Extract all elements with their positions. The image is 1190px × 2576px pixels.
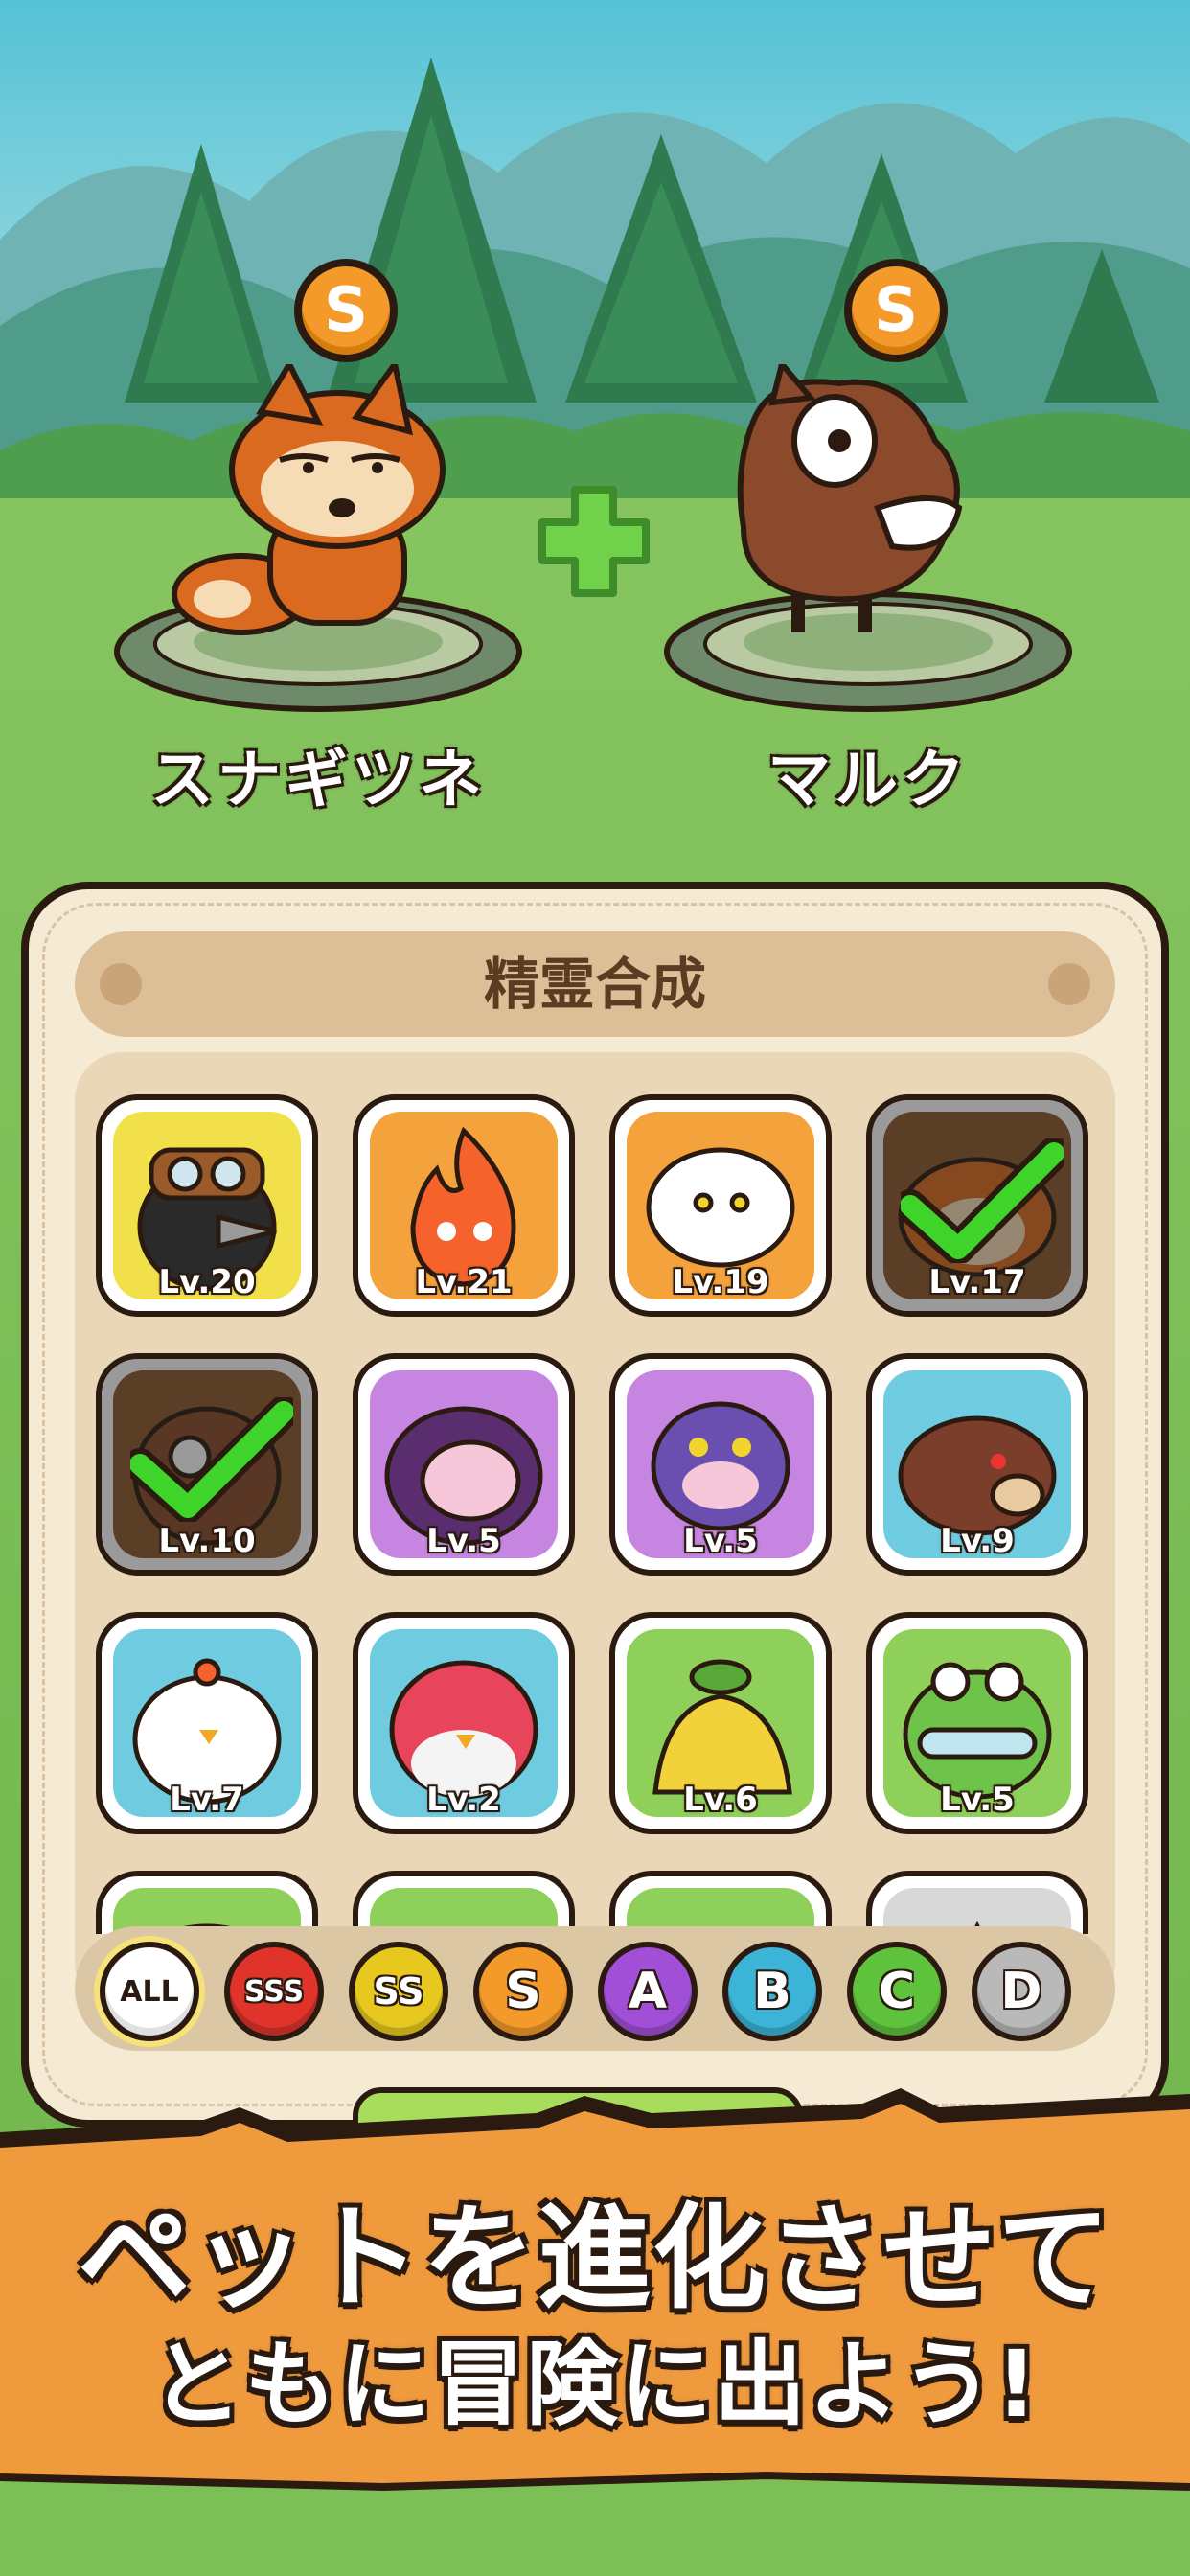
- filter-chip-label: SSS: [243, 1974, 305, 2009]
- pet-card[interactable]: [353, 1871, 575, 1934]
- pet-card[interactable]: Lv.5: [353, 1353, 575, 1576]
- filter-chip-label: C: [878, 1963, 916, 2020]
- pet-card[interactable]: [609, 1871, 832, 1934]
- pet-level: Lv.21: [415, 1263, 513, 1301]
- pet-card[interactable]: [96, 1871, 318, 1934]
- pet-card[interactable]: Lv.5: [866, 1612, 1088, 1834]
- checkmark-icon: [901, 1138, 1064, 1263]
- plus-icon: [538, 486, 650, 597]
- checkmark-icon: [130, 1397, 293, 1522]
- game-scene: S スナギツネ S マルク 精霊合成 Lv.20 Lv.21 Lv.19 Lv.…: [0, 0, 1190, 2576]
- pet-card[interactable]: Lv.9: [866, 1353, 1088, 1576]
- banner-subheadline: ともに冒険に出よう!: [150, 2331, 1040, 2438]
- sand-fox-icon: [172, 364, 446, 635]
- filter-chip-label: S: [505, 1963, 541, 2020]
- filter-chip-label: A: [628, 1963, 668, 2020]
- filter-chip-label: ALL: [120, 1974, 179, 2009]
- pet-level: Lv.10: [158, 1522, 256, 1560]
- pet-card[interactable]: Lv.6: [609, 1612, 832, 1834]
- merge-slot-left[interactable]: S スナギツネ: [107, 259, 529, 816]
- filter-chip-label: SS: [373, 1970, 424, 2012]
- pet-name-left: スナギツネ: [150, 743, 486, 816]
- filter-chip-c[interactable]: C: [847, 1942, 947, 2041]
- pet-card[interactable]: Lv.5: [609, 1353, 832, 1576]
- rank-badge-right: S: [844, 259, 948, 362]
- pet-level: Lv.6: [683, 1781, 758, 1819]
- pet-card[interactable]: Lv.7: [96, 1612, 318, 1834]
- pet-grid-viewport[interactable]: Lv.20 Lv.21 Lv.19 Lv.17 Lv.10 Lv.5 Lv.5: [75, 1052, 1115, 1934]
- pet-level: Lv.5: [683, 1522, 758, 1560]
- filter-chip-s[interactable]: S: [473, 1942, 573, 2041]
- pet-level: Lv.5: [426, 1522, 501, 1560]
- pet-level: Lv.5: [940, 1781, 1015, 1819]
- pet-level: Lv.7: [170, 1781, 244, 1819]
- pet-card[interactable]: Lv.21: [353, 1094, 575, 1317]
- pet-level: Lv.17: [928, 1263, 1026, 1301]
- horse-icon: [737, 364, 963, 632]
- filter-chip-ss[interactable]: SS: [349, 1942, 448, 2041]
- filter-chip-d[interactable]: D: [972, 1942, 1071, 2041]
- pet-card[interactable]: Lv.19: [609, 1094, 832, 1317]
- panel-title: 精霊合成: [483, 952, 706, 1017]
- panel-title-bar: 精霊合成: [75, 932, 1115, 1037]
- pet-card[interactable]: Lv.20: [96, 1094, 318, 1317]
- banner-headline: ペットを進化させて: [77, 2192, 1112, 2324]
- pet-card[interactable]: Lv.17: [866, 1094, 1088, 1317]
- pet-level: Lv.2: [426, 1781, 501, 1819]
- rank-filter-bar: ALL SSS SS S A B C D: [75, 1926, 1115, 2051]
- pet-level: Lv.9: [940, 1522, 1015, 1560]
- pet-level: Lv.19: [672, 1263, 769, 1301]
- pet-grid: Lv.20 Lv.21 Lv.19 Lv.17 Lv.10 Lv.5 Lv.5: [75, 1052, 1115, 2011]
- filter-chip-label: B: [753, 1963, 791, 2020]
- pet-card[interactable]: Lv.10: [96, 1353, 318, 1576]
- filter-chip-sss[interactable]: SSS: [224, 1942, 324, 2041]
- filter-chip-b[interactable]: B: [722, 1942, 822, 2041]
- rank-badge-left: S: [294, 259, 398, 362]
- pet-card[interactable]: [866, 1871, 1088, 1934]
- merge-slot-right[interactable]: S マルク: [657, 259, 1079, 816]
- filter-chip-a[interactable]: A: [598, 1942, 698, 2041]
- pet-level: Lv.20: [158, 1263, 256, 1301]
- pet-card[interactable]: Lv.2: [353, 1612, 575, 1834]
- pet-name-right: マルク: [767, 743, 969, 816]
- filter-chip-label: D: [1000, 1963, 1042, 2020]
- merge-panel: 精霊合成 Lv.20 Lv.21 Lv.19 Lv.17 Lv.10 Lv.5 …: [21, 882, 1169, 2128]
- filter-chip-all[interactable]: ALL: [100, 1942, 199, 2041]
